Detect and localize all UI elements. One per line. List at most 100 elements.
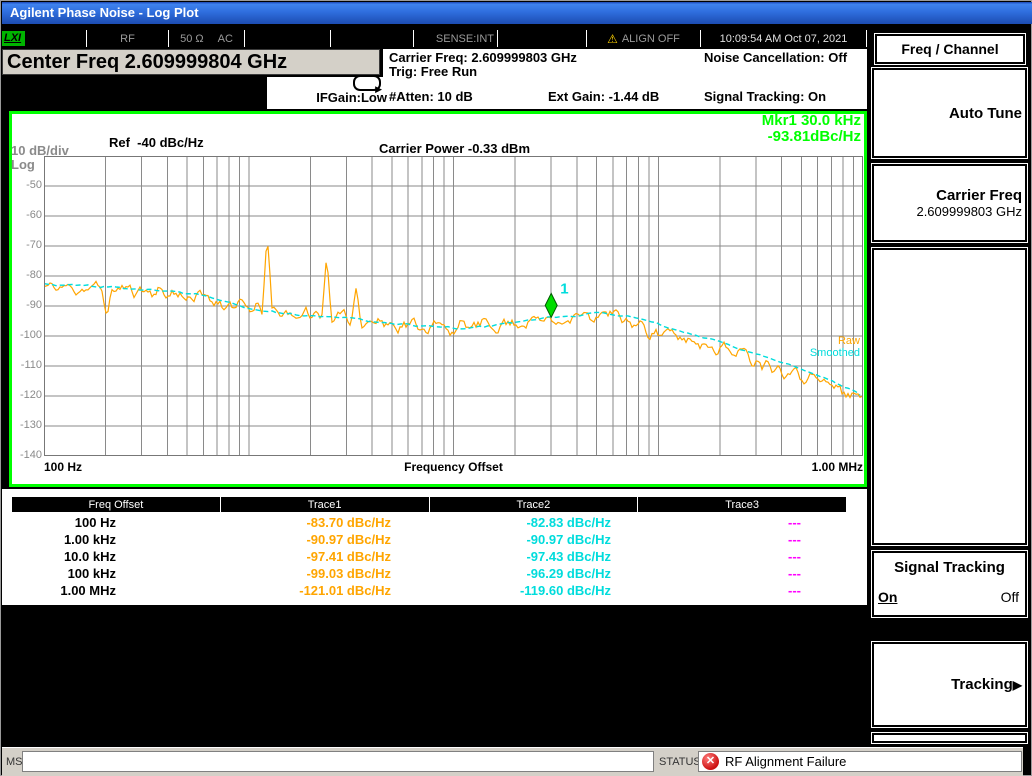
y-tick-label: -120 (11, 389, 42, 401)
table-row: 10.0 kHz -97.41 dBc/Hz -97.43 dBc/Hz --- (2, 548, 867, 565)
y-tick-label: -80 (11, 269, 42, 281)
status-label: STATUS (659, 756, 701, 768)
plot-svg: 1 RawSmoothed (44, 156, 863, 456)
y-tick-label: -50 (11, 179, 42, 191)
raw-trace-label: Raw (838, 335, 860, 347)
table-header-cell: Trace2 (430, 497, 639, 512)
trace2-value-cell: -96.29 dBc/Hz (526, 566, 611, 581)
marker-1-index: 1 (560, 280, 568, 297)
message-box (22, 751, 654, 772)
submenu-arrow-icon: ▶ (1013, 678, 1022, 692)
status-seg-input: 50 Ω AC (169, 30, 245, 47)
datetime-display: 10:09:54 AM Oct 07, 2021 (720, 33, 848, 45)
trace-table-body: 100 Hz-83.70 dBc/Hz-82.83 dBc/Hz---1.00 … (2, 514, 867, 602)
blank-softkey (872, 248, 1027, 545)
status-seg-datetime: 10:09:54 AM Oct 07, 2021 (701, 30, 867, 47)
ifgain-readout: IFGain:Low (267, 91, 387, 105)
title-bar[interactable]: Agilent Phase Noise - Log Plot (2, 2, 1032, 24)
trace3-value-cell: --- (788, 532, 801, 547)
signal-tracking-on-option[interactable]: On (878, 589, 897, 605)
freq-offset-cell: 100 Hz (75, 515, 116, 530)
ext-gain-readout: Ext Gain: -1.44 dB (548, 90, 659, 104)
trace1-value-cell: -90.97 dBc/Hz (306, 532, 391, 547)
freq-offset-cell: 100 kHz (68, 566, 116, 581)
trace2-value-cell: -97.43 dBc/Hz (526, 549, 611, 564)
table-row: 1.00 MHz -121.01 dBc/Hz -119.60 dBc/Hz --- (2, 582, 867, 599)
status-message-box: ✕ RF Alignment Failure (698, 751, 1022, 772)
signal-tracking-off-option[interactable]: Off (1001, 589, 1019, 605)
trace1-value-cell: -97.41 dBc/Hz (306, 549, 391, 564)
table-header-cell: Trace1 (221, 497, 430, 512)
status-seg-empty-1 (245, 30, 331, 47)
menu-title-freq-channel: Freq / Channel (875, 34, 1025, 64)
rf-indicator: RF (120, 33, 135, 45)
marker-readout: Mkr1 30.0 kHz -93.81dBc/Hz (762, 113, 861, 145)
ref-level-label: Ref -40 dBc/Hz (109, 136, 204, 150)
x-axis-max-label: 1.00 MHz (44, 460, 863, 474)
table-row: 1.00 kHz-90.97 dBc/Hz-90.97 dBc/Hz--- (2, 531, 867, 548)
table-row: 100 Hz-83.70 dBc/Hz-82.83 dBc/Hz--- (2, 514, 867, 531)
marker-readout-value: -93.81dBc/Hz (762, 129, 861, 145)
trace2-value-cell: -119.60 dBc/Hz (520, 583, 611, 598)
atten-readout: #Atten: 10 dB (389, 90, 473, 104)
status-seg-lxi: LXI (2, 30, 87, 47)
trace1-value-cell: -99.03 dBc/Hz (306, 566, 391, 581)
carrier-power-label: Carrier Power -0.33 dBm (379, 142, 530, 156)
carrier-freq-readout: Carrier Freq: 2.609999803 GHz (389, 51, 577, 65)
status-seg-sense: SENSE:INT (414, 30, 498, 47)
trace1-value-cell: -121.01 dBc/Hz (299, 583, 391, 598)
sweep-arrow-icon: ▶ (353, 75, 381, 91)
lxi-badge: LXI (2, 31, 25, 46)
tracking-submenu-button[interactable]: Tracking▶ (872, 642, 1027, 727)
trace3-value-cell: --- (788, 566, 801, 581)
scale-type-label: Log (11, 158, 35, 172)
freq-offset-cell: 1.00 MHz (60, 583, 116, 598)
footer-bar: MSG STATUS ✕ RF Alignment Failure (2, 747, 1023, 776)
center-freq-field[interactable]: Center Freq 2.609999804 GHz (2, 49, 380, 75)
status-message-text: RF Alignment Failure (725, 754, 846, 769)
y-tick-label: -90 (11, 299, 42, 311)
trace-table-header: Freq OffsetTrace1Trace2Trace3 (11, 496, 847, 513)
marker-readout-freq: Mkr1 30.0 kHz (762, 113, 861, 129)
y-tick-label: -100 (11, 329, 42, 341)
trace3-value-cell: --- (788, 549, 801, 564)
freq-offset-cell: 1.00 kHz (64, 532, 116, 547)
y-tick-label: -110 (11, 359, 42, 371)
table-row: 100 kHz -99.03 dBc/Hz -96.29 dBc/Hz --- (2, 565, 867, 582)
status-strip: LXI RF 50 Ω AC SENSE:INT ⚠ ALIGN OFF 10:… (2, 30, 867, 47)
signal-tracking-readout: Signal Tracking: On (704, 90, 826, 104)
y-tick-label: -130 (11, 419, 42, 431)
carrier-freq-button-value: 2.609999803 GHz (916, 204, 1022, 219)
carrier-freq-button[interactable]: Carrier Freq 2.609999803 GHz (872, 164, 1027, 242)
auto-tune-label: Auto Tune (949, 105, 1022, 122)
signal-tracking-button-label: Signal Tracking (874, 559, 1025, 576)
status-seg-rf: RF (87, 30, 169, 47)
trace3-value-cell: --- (788, 515, 801, 530)
graph-panel: 10 dB/div Log Ref -40 dBc/Hz Carrier Pow… (9, 111, 867, 487)
carrier-freq-button-label: Carrier Freq (936, 187, 1022, 204)
align-off-indicator: ALIGN OFF (622, 33, 680, 45)
table-header-cell: Freq Offset (12, 497, 221, 512)
trigger-readout: Trig: Free Run (389, 65, 477, 79)
auto-tune-button[interactable]: Auto Tune (872, 68, 1027, 158)
freq-offset-cell: 10.0 kHz (64, 549, 116, 564)
coupling-indicator: AC (218, 33, 233, 45)
table-header-cell: Trace3 (638, 497, 846, 512)
smoothed-trace-label: Smoothed (810, 347, 860, 359)
y-tick-label: -70 (11, 239, 42, 251)
tracking-label: Tracking (951, 676, 1013, 693)
noise-cancellation-readout: Noise Cancellation: Off (704, 51, 847, 65)
status-seg-align: ⚠ ALIGN OFF (587, 30, 701, 47)
y-tick-label: -60 (11, 209, 42, 221)
status-seg-empty-2 (331, 30, 414, 47)
app-window: Agilent Phase Noise - Log Plot LXI RF 50… (0, 0, 1032, 776)
align-warning-icon: ⚠ (607, 32, 618, 46)
impedance-indicator: 50 Ω (180, 33, 204, 45)
trace3-value-cell: --- (788, 583, 801, 598)
signal-tracking-button[interactable]: Signal Tracking On Off (872, 551, 1027, 617)
trace2-value-cell: -82.83 dBc/Hz (526, 515, 611, 530)
sense-indicator: SENSE:INT (436, 33, 494, 45)
status-seg-empty-3 (498, 30, 587, 47)
error-x-icon: ✕ (702, 753, 719, 770)
y-tick-label: -140 (11, 449, 42, 461)
